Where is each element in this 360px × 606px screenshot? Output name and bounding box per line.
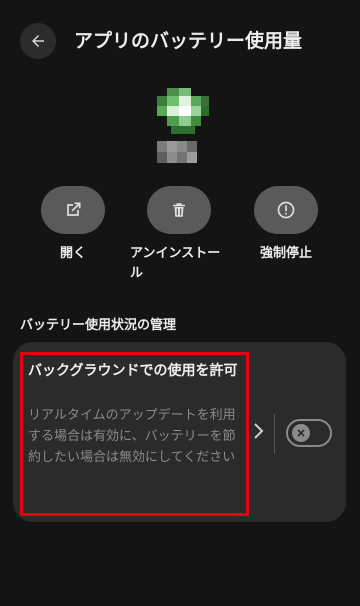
background-usage-toggle[interactable] xyxy=(286,419,332,447)
force-stop-label: 強制停止 xyxy=(259,246,312,261)
section-title: バッテリー使用状況の管理 xyxy=(20,318,177,333)
trash-icon xyxy=(173,203,185,217)
open-action: 開く xyxy=(21,186,125,264)
app-icon xyxy=(157,88,209,134)
back-button[interactable] xyxy=(20,23,56,59)
app-name-pixelated xyxy=(157,141,197,163)
open-button[interactable] xyxy=(41,186,105,234)
app-battery-usage-screen: アプリのバッテリー使用量 開く アンインストール 強制停止 バッテリー使用状況の… xyxy=(0,0,360,606)
back-arrow-icon xyxy=(32,35,44,47)
force-stop-action: 強制停止 xyxy=(234,186,338,264)
highlight-annotation xyxy=(20,352,249,516)
page-title: アプリのバッテリー使用量 xyxy=(74,30,303,52)
open-label: 開く xyxy=(59,246,86,261)
open-external-icon xyxy=(67,202,81,216)
toggle-knob xyxy=(292,424,310,442)
close-icon xyxy=(297,429,305,437)
divider xyxy=(274,414,275,454)
force-stop-button[interactable] xyxy=(254,186,318,234)
force-stop-icon xyxy=(277,201,295,219)
chevron-right-icon[interactable] xyxy=(252,422,264,440)
uninstall-action: アンインストール xyxy=(127,186,231,284)
uninstall-label: アンインストール xyxy=(130,246,221,281)
uninstall-button[interactable] xyxy=(147,186,211,234)
